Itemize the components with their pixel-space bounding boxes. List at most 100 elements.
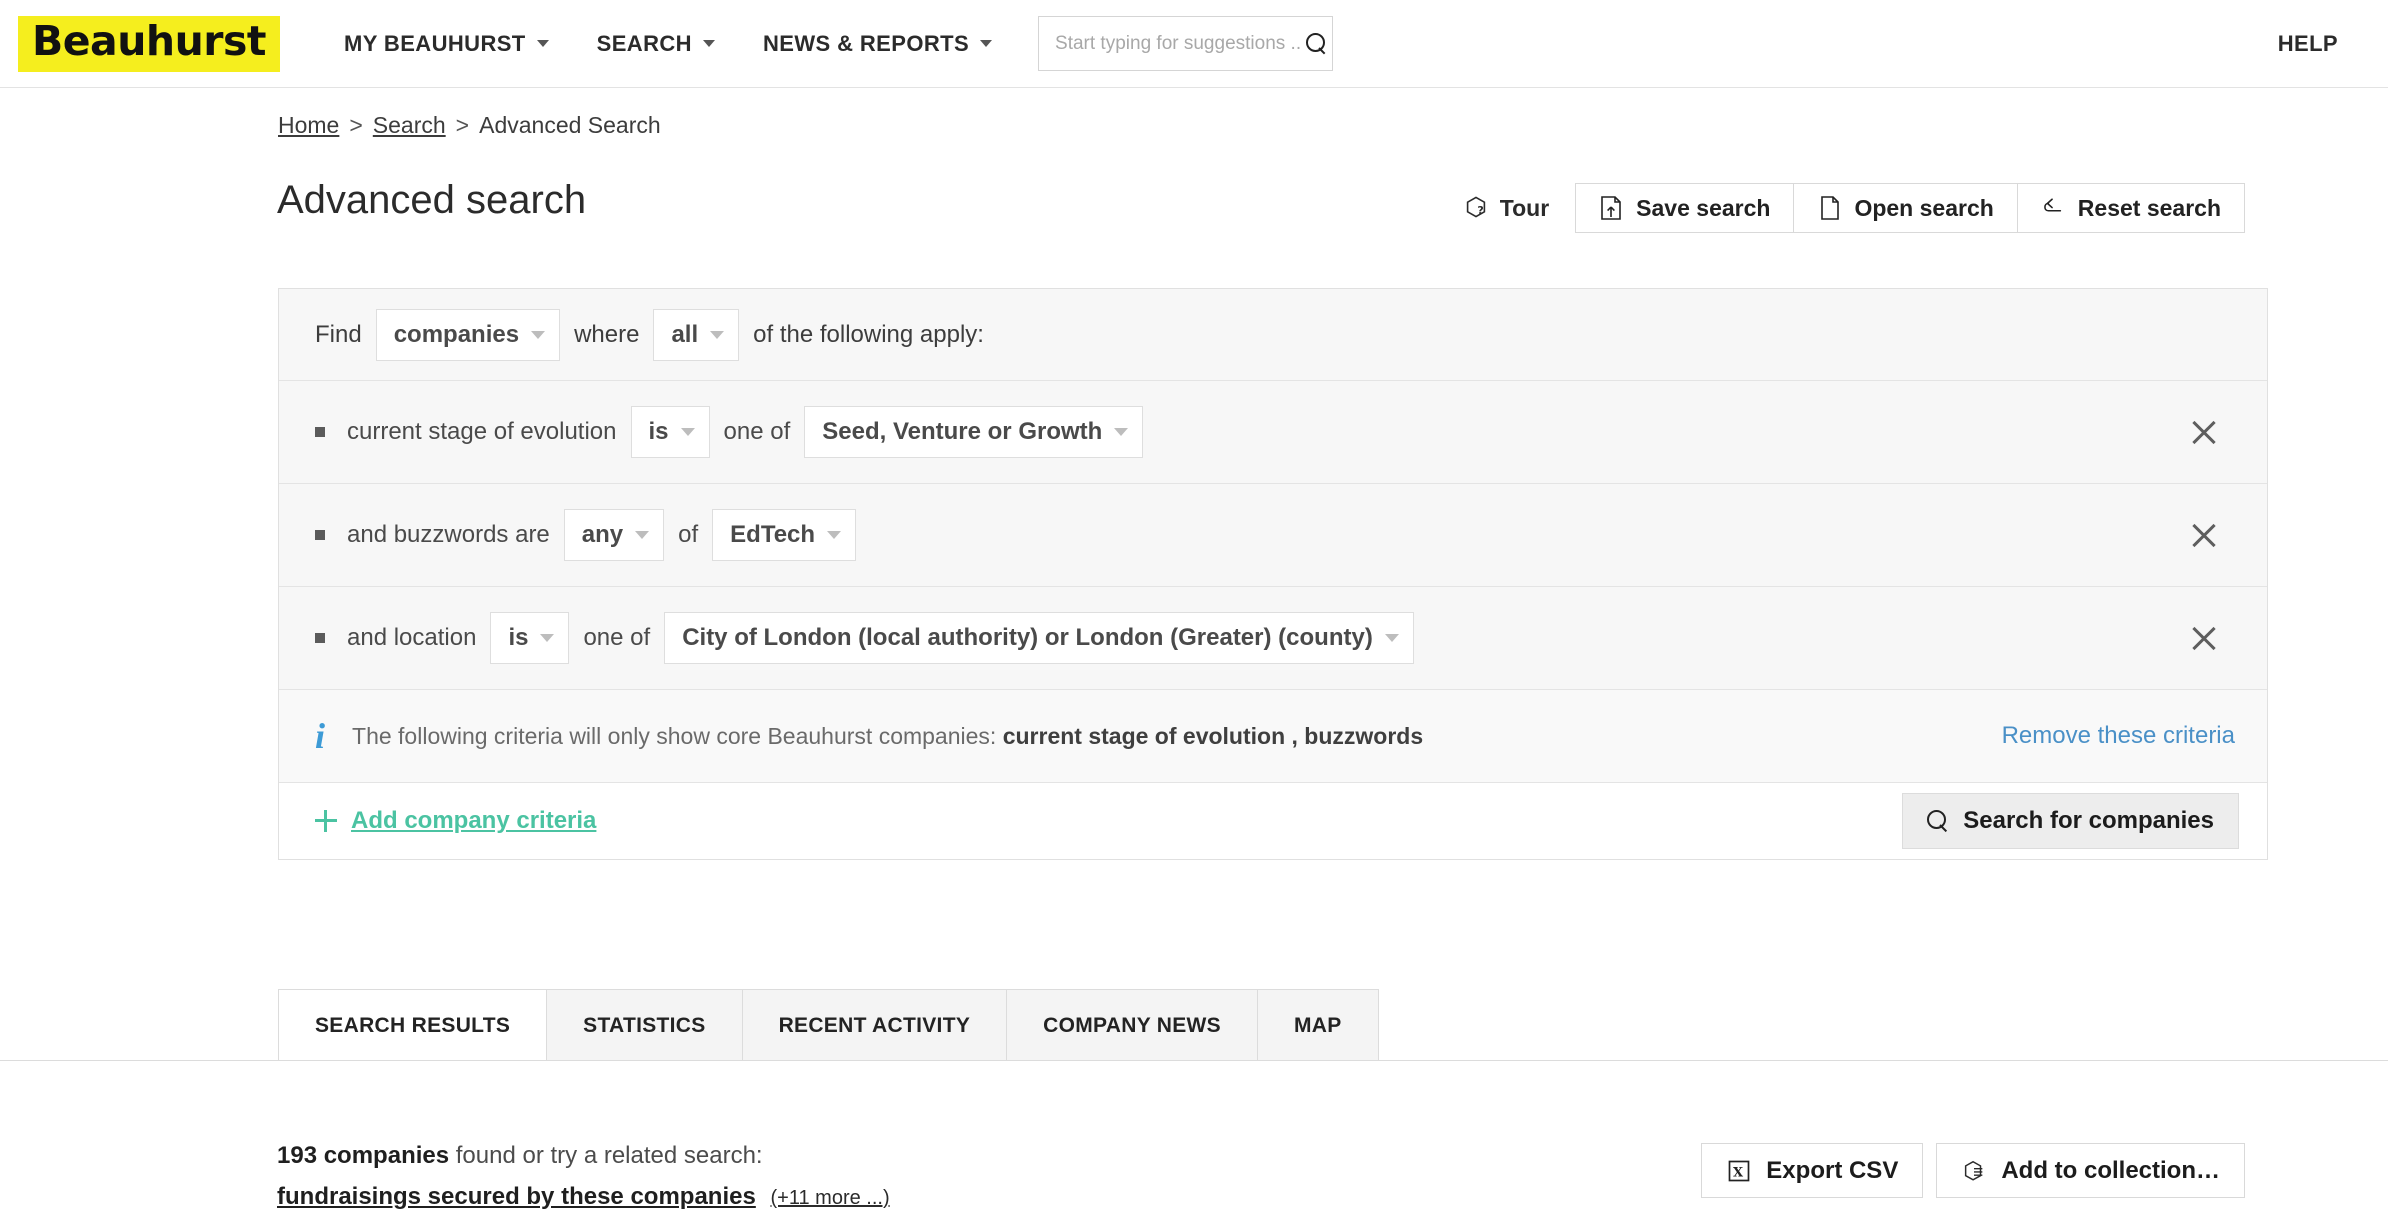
hexagon-question-icon: ? xyxy=(1466,196,1485,218)
related-search-more[interactable]: (+11 more ...) xyxy=(771,1187,890,1209)
reset-search-label: Reset search xyxy=(2077,194,2221,221)
open-search-label: Open search xyxy=(1854,194,1994,221)
breadcrumb: Home > Search > Advanced Search xyxy=(278,112,661,139)
save-upload-icon xyxy=(1601,196,1621,220)
bullet-icon xyxy=(315,427,325,437)
bullet-icon xyxy=(315,633,325,643)
search-builder-panel: Find companies where all of the followin… xyxy=(278,288,2268,860)
criterion-operator-value: is xyxy=(508,624,529,651)
add-company-criteria-label: Add company criteria xyxy=(351,807,597,834)
nav-item-label: MY BEAUHURST xyxy=(344,30,526,56)
criterion-operator-value: any xyxy=(581,521,624,548)
find-label: Find xyxy=(315,320,362,348)
criterion-value: EdTech xyxy=(730,521,816,548)
remove-criterion-icon[interactable] xyxy=(2187,415,2221,449)
criterion-row: and buzzwords are any of EdTech xyxy=(279,484,2267,587)
remove-these-criteria-link[interactable]: Remove these criteria xyxy=(2002,722,2235,750)
match-mode-select[interactable]: all xyxy=(653,308,740,361)
results-found-text: found or try a related search: xyxy=(455,1142,763,1169)
breadcrumb-separator: > xyxy=(349,112,363,138)
entity-type-value: companies xyxy=(393,320,520,348)
top-navigation-bar: Beauhurst MY BEAUHURST SEARCH NEWS & REP… xyxy=(0,0,2388,88)
results-tabs: SEARCH RESULTS STATISTICS RECENT ACTIVIT… xyxy=(278,989,1379,1061)
search-for-companies-button[interactable]: Search for companies xyxy=(1902,793,2239,849)
chevron-down-icon xyxy=(531,330,546,339)
notice-text-prefix: The following criteria will only show co… xyxy=(352,722,997,749)
add-company-criteria-link[interactable]: Add company criteria xyxy=(315,807,596,835)
tour-button[interactable]: ? Tour xyxy=(1463,183,1575,233)
beauhurst-logo[interactable]: Beauhurst xyxy=(18,15,281,72)
search-icon[interactable] xyxy=(1306,32,1328,55)
criterion-value-select[interactable]: EdTech xyxy=(712,509,857,561)
export-csv-button[interactable]: X Export CSV xyxy=(1701,1143,1924,1198)
criterion-operator-select[interactable]: is xyxy=(490,612,570,664)
nav-item-search[interactable]: SEARCH xyxy=(573,31,739,57)
chevron-down-icon xyxy=(1114,428,1129,436)
reset-search-button[interactable]: Reset search xyxy=(2017,184,2244,232)
breadcrumb-separator: > xyxy=(455,112,470,138)
where-label: where xyxy=(574,320,640,348)
criterion-field-label: and location xyxy=(347,624,477,651)
breadcrumb-home[interactable]: Home xyxy=(278,112,339,139)
chevron-down-icon xyxy=(536,40,549,47)
criterion-operator-value: is xyxy=(648,418,669,445)
criterion-row: current stage of evolution is one of See… xyxy=(279,381,2267,484)
chevron-down-icon xyxy=(702,40,715,47)
tab-company-news[interactable]: COMPANY NEWS xyxy=(1006,989,1258,1061)
builder-header-row: Find companies where all of the followin… xyxy=(279,289,2267,381)
criterion-value-select[interactable]: City of London (local authority) or Lond… xyxy=(664,612,1414,664)
global-search-input[interactable] xyxy=(1055,32,1301,55)
global-search-box[interactable] xyxy=(1038,16,1334,71)
export-csv-label: Export CSV xyxy=(1766,1156,1899,1184)
related-search: fundraisings secured by these companies … xyxy=(277,1183,890,1210)
main-nav: MY BEAUHURST SEARCH NEWS & REPORTS xyxy=(320,31,1016,57)
remove-criterion-icon[interactable] xyxy=(2187,621,2221,655)
entity-type-select[interactable]: companies xyxy=(375,308,561,361)
breadcrumb-current: Advanced Search xyxy=(479,112,661,138)
open-search-button[interactable]: Open search xyxy=(1794,184,2018,232)
excel-export-icon: X xyxy=(1728,1160,1750,1181)
criterion-connector-label: of xyxy=(678,521,699,548)
document-icon xyxy=(1821,196,1840,220)
tab-search-results[interactable]: SEARCH RESULTS xyxy=(278,989,548,1061)
criterion-operator-select[interactable]: is xyxy=(630,406,710,458)
results-count: 193 companies xyxy=(277,1142,450,1169)
save-search-button[interactable]: Save search xyxy=(1576,184,1795,232)
page-title: Advanced search xyxy=(277,178,587,222)
related-search-link[interactable]: fundraisings secured by these companies xyxy=(277,1183,756,1210)
chevron-down-icon xyxy=(680,428,695,436)
tab-recent-activity[interactable]: RECENT ACTIVITY xyxy=(741,989,1008,1061)
page-toolbar: ? Tour Save search Open search Reset sea… xyxy=(1463,183,2245,233)
tab-map[interactable]: MAP xyxy=(1256,989,1379,1061)
breadcrumb-search[interactable]: Search xyxy=(373,112,446,139)
tab-statistics[interactable]: STATISTICS xyxy=(546,989,743,1061)
tour-button-label: Tour xyxy=(1499,194,1550,221)
nav-item-news-reports[interactable]: NEWS & REPORTS xyxy=(739,31,1016,57)
help-link[interactable]: HELP xyxy=(2278,31,2338,57)
bullet-icon xyxy=(315,530,325,540)
notice-text: The following criteria will only show co… xyxy=(352,723,1423,750)
plus-icon xyxy=(315,810,337,832)
remove-criterion-icon[interactable] xyxy=(2187,518,2221,552)
svg-text:X: X xyxy=(1733,1165,1744,1180)
chevron-down-icon xyxy=(710,330,725,339)
criterion-connector-label: one of xyxy=(723,418,791,445)
nav-item-label: NEWS & REPORTS xyxy=(762,30,970,56)
search-for-companies-label: Search for companies xyxy=(1963,807,2214,834)
apply-label: of the following apply: xyxy=(753,320,984,348)
criterion-row: and location is one of City of London (l… xyxy=(279,587,2267,690)
chevron-down-icon xyxy=(1384,634,1399,642)
search-actions-group: Save search Open search Reset search xyxy=(1575,183,2245,233)
criterion-value-select[interactable]: Seed, Venture or Growth xyxy=(804,406,1144,458)
nav-item-my-beauhurst[interactable]: MY BEAUHURST xyxy=(320,31,573,57)
results-summary: 193 companies found or try a related sea… xyxy=(277,1140,763,1172)
svg-text:?: ? xyxy=(1477,204,1483,217)
criterion-operator-select[interactable]: any xyxy=(563,509,665,561)
notice-fields: current stage of evolution , buzzwords xyxy=(1002,722,1424,749)
core-companies-notice: i The following criteria will only show … xyxy=(279,690,2267,783)
chevron-down-icon xyxy=(827,531,842,539)
criterion-value: City of London (local authority) or Lond… xyxy=(682,624,1373,651)
add-to-collection-button[interactable]: Add to collection… xyxy=(1936,1143,2245,1198)
builder-footer-row: Add company criteria Search for companie… xyxy=(279,783,2267,859)
criterion-connector-label: one of xyxy=(583,624,651,651)
